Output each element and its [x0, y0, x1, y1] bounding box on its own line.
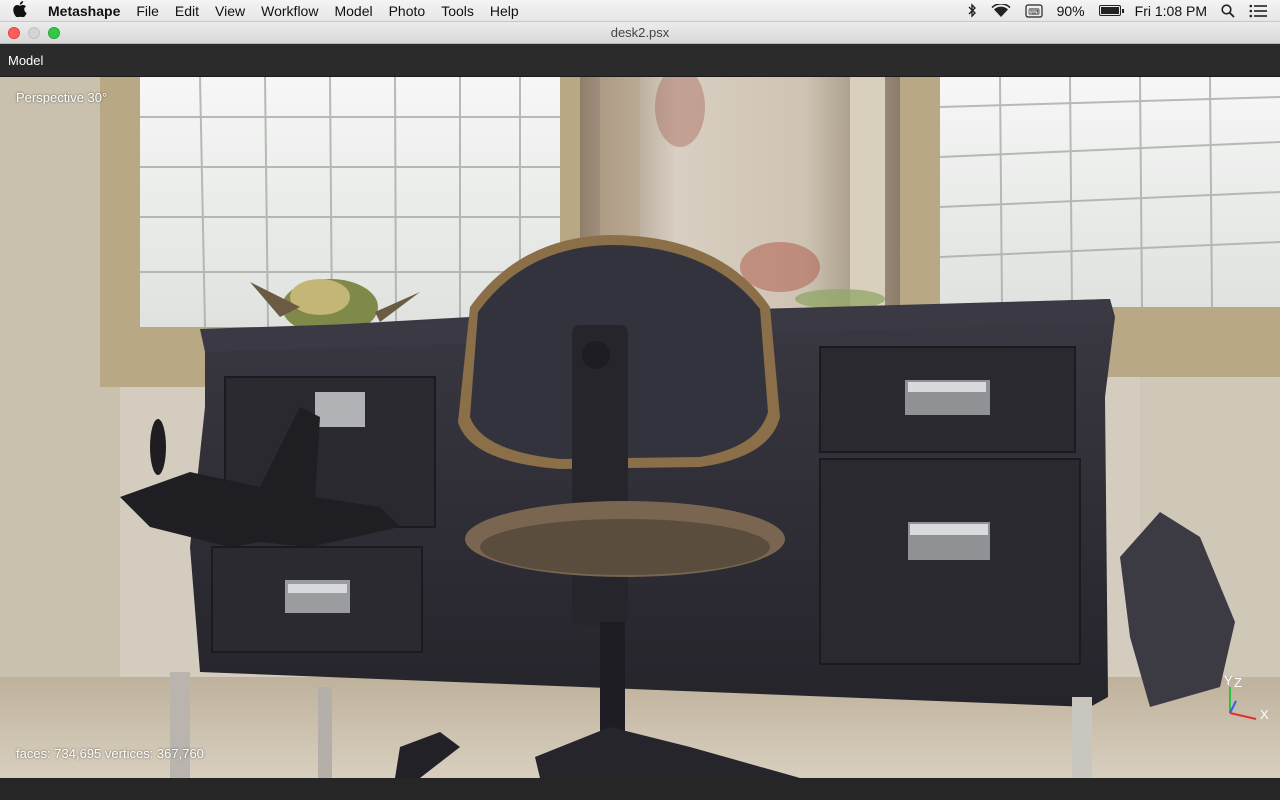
y-axis-label: Y	[1224, 673, 1233, 688]
status-bar	[0, 778, 1280, 800]
wifi-icon[interactable]	[991, 3, 1011, 18]
menu-edit[interactable]: Edit	[167, 0, 207, 22]
spotlight-search-icon[interactable]	[1221, 3, 1235, 18]
menu-photo[interactable]: Photo	[381, 0, 434, 22]
menu-app-metashape[interactable]: Metashape	[40, 0, 128, 22]
menu-model[interactable]: Model	[326, 0, 380, 22]
x-axis-label: X	[1260, 707, 1269, 722]
model-viewport[interactable]: Perspective 30° faces: 734,695 vertices:…	[0, 77, 1280, 778]
x-axis-line	[1229, 712, 1257, 720]
svg-text:⌨: ⌨	[1028, 7, 1040, 16]
battery-icon[interactable]	[1098, 5, 1124, 16]
menu-help[interactable]: Help	[482, 0, 527, 22]
window-title-bar[interactable]: desk2.psx	[0, 22, 1280, 44]
apple-icon[interactable]	[0, 0, 40, 21]
panel-title: Model	[8, 53, 44, 68]
bluetooth-icon[interactable]	[967, 3, 977, 18]
axis-orientation-gizmo: Y Z X	[1224, 673, 1269, 722]
macos-menu-bar: Metashape File Edit View Workflow Model …	[0, 0, 1280, 22]
keyboard-input-icon[interactable]: ⌨	[1025, 3, 1043, 18]
menu-workflow[interactable]: Workflow	[253, 0, 326, 22]
window-title: desk2.psx	[610, 25, 670, 40]
clock[interactable]: Fri 1:08 PM	[1135, 3, 1207, 19]
z-axis-label: Z	[1234, 675, 1242, 690]
notification-center-icon[interactable]	[1249, 4, 1267, 18]
menu-tools[interactable]: Tools	[433, 0, 482, 22]
battery-percent: 90%	[1056, 2, 1085, 19]
textured-model-render	[0, 77, 1280, 778]
model-stats-label: faces: 734,695 vertices: 367,760	[16, 746, 204, 761]
menu-file[interactable]: File	[128, 0, 167, 22]
menu-view[interactable]: View	[207, 0, 253, 22]
model-panel-header: Model	[0, 44, 1280, 77]
projection-label: Perspective 30°	[16, 90, 108, 105]
